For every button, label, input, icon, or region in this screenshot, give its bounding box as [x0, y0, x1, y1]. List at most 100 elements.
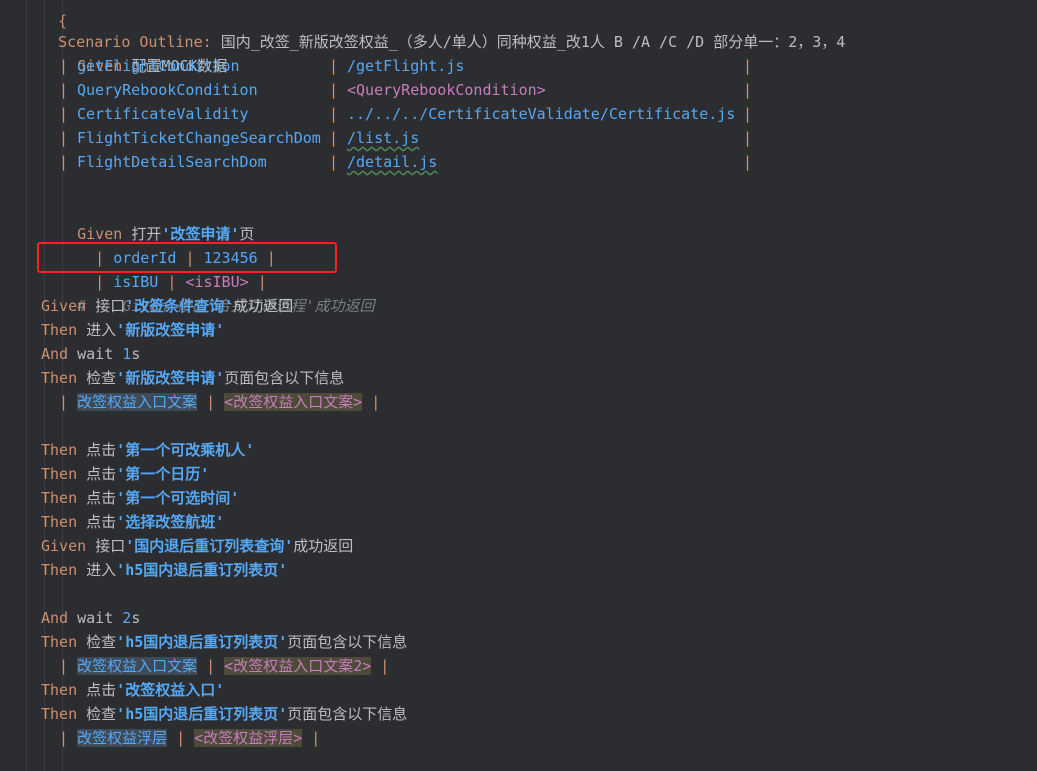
table-cell: <改签权益浮层>: [194, 729, 303, 747]
table-pipe: |: [59, 657, 69, 675]
table-pipe: |: [206, 657, 216, 675]
step-prefix: wait: [77, 345, 123, 363]
table-pipe: |: [206, 393, 216, 411]
table-pipe: |: [329, 153, 339, 171]
table-pipe: |: [743, 81, 753, 99]
step-prefix: 点击: [86, 465, 117, 483]
step-quoted: '改签权益入口': [116, 681, 225, 699]
table-pipe: |: [59, 393, 69, 411]
step-prefix: 进入: [86, 561, 117, 579]
step-line: Then 点击'第一个可改乘机人': [41, 438, 254, 462]
step-quoted: '第一个可改乘机人': [116, 441, 255, 459]
step-keyword: Then: [41, 441, 78, 459]
table-pipe: |: [59, 153, 69, 171]
step-line: Given 接口'国内退后重订列表查询'成功返回: [41, 534, 353, 558]
step-prefix: wait: [77, 609, 123, 627]
table-cell: 改签权益浮层: [77, 729, 168, 747]
step-keyword: Then: [41, 513, 78, 531]
comment-line: # Given 接口'合并订单选程'成功返回: [41, 270, 374, 315]
table-pipe: |: [329, 105, 339, 123]
step-line: And wait 1s: [41, 342, 140, 366]
step-line: Then 检查'h5国内退后重订列表页'页面包含以下信息: [41, 702, 407, 726]
step-keyword: And: [41, 609, 69, 627]
step-suffix: 成功返回: [293, 537, 354, 555]
step-keyword: Then: [41, 489, 78, 507]
mock-value: ../../../CertificateValidate/Certificate…: [347, 105, 736, 123]
step-line: Then 检查'新版改签申请'页面包含以下信息: [41, 366, 344, 390]
table-pipe: |: [59, 81, 69, 99]
step-number: 2: [122, 609, 132, 627]
step-keyword: Then: [41, 705, 78, 723]
table-pipe: |: [743, 129, 753, 147]
scenario-title: 国内_改签_新版改签权益_（多人/单人）同种权益_改1人 B /A /C /D …: [220, 33, 846, 51]
step-prefix: 接口: [95, 537, 126, 555]
step-line: Then 点击'选择改签航班': [41, 510, 224, 534]
step-quoted: '国内退后重订列表查询': [125, 537, 294, 555]
table-pipe: |: [743, 105, 753, 123]
table-cell: 改签权益入口文案: [77, 657, 198, 675]
step-prefix: 点击: [86, 681, 117, 699]
step-prefix: 进入: [86, 321, 117, 339]
code-editor[interactable]: { Scenario Outline: 国内_改签_新版改签权益_（多人/单人）…: [0, 0, 1037, 771]
step-quoted: '改签条件查询': [125, 297, 234, 315]
mock-value: <QueryRebookCondition>: [347, 81, 546, 99]
step-quoted: '第一个可选时间': [116, 489, 240, 507]
indent-guide: [26, 0, 27, 771]
step-line: Then 检查'h5国内退后重订列表页'页面包含以下信息: [41, 630, 407, 654]
step-prefix: 点击: [86, 489, 117, 507]
table-cell: <改签权益入口文案>: [224, 393, 363, 411]
mock-name: QueryRebookCondition: [77, 81, 258, 99]
step-keyword: Then: [41, 465, 78, 483]
step-suffix: 页面包含以下信息: [287, 705, 408, 723]
step-line: Given 打开'改签申请'页: [41, 198, 254, 243]
step-keyword: Then: [41, 321, 78, 339]
step-prefix: 接口: [95, 297, 126, 315]
step-prefix: 检查: [86, 369, 117, 387]
table-pipe: |: [329, 129, 339, 147]
step-line: Then 进入'h5国内退后重订列表页': [41, 558, 287, 582]
highlight-box: [37, 242, 337, 273]
step-quoted: '第一个日历': [116, 465, 210, 483]
table-pipe: |: [59, 57, 69, 75]
table-pipe: |: [59, 105, 69, 123]
table-pipe: |: [380, 657, 390, 675]
step-suffix: 页面包含以下信息: [287, 633, 408, 651]
table-row: | 改签权益入口文案 | <改签权益入口文案2> |: [59, 654, 389, 678]
step-prefix: 检查: [86, 705, 117, 723]
step-suffix: s: [131, 609, 141, 627]
step-prefix: 点击: [86, 441, 117, 459]
step-suffix: 成功返回: [233, 297, 294, 315]
table-cell: 改签权益入口文案: [77, 393, 198, 411]
step-prefix: 检查: [86, 633, 117, 651]
table-pipe: |: [59, 129, 69, 147]
step-line: Given 配置MOCK数据: [41, 30, 227, 75]
mock-name: FlightDetailSearchDom: [77, 153, 267, 171]
table-pipe: |: [176, 729, 186, 747]
table-row: | 改签权益入口文案 | <改签权益入口文案> |: [59, 390, 380, 414]
step-quoted: 'h5国内退后重订列表页': [116, 633, 288, 651]
step-number: 1: [122, 345, 132, 363]
step-line: Then 点击'第一个可选时间': [41, 486, 239, 510]
table-pipe: |: [311, 729, 321, 747]
table-pipe: |: [329, 81, 339, 99]
step-quoted: '选择改签航班': [116, 513, 225, 531]
mock-name: getFlightCondition: [77, 57, 240, 75]
table-pipe: |: [743, 153, 753, 171]
step-quoted: '新版改签申请': [116, 369, 225, 387]
table-pipe: |: [743, 57, 753, 75]
step-keyword: Then: [41, 681, 78, 699]
mock-value: /list.js: [347, 129, 420, 147]
step-keyword: Given: [41, 537, 87, 555]
step-prefix: 点击: [86, 513, 117, 531]
table-pipe: |: [329, 57, 339, 75]
step-suffix: s: [131, 345, 141, 363]
step-suffix: 页面包含以下信息: [224, 369, 345, 387]
mock-value: /getFlight.js: [347, 57, 465, 75]
step-quoted: '新版改签申请': [116, 321, 225, 339]
step-quoted: 'h5国内退后重订列表页': [116, 705, 288, 723]
step-keyword: Then: [41, 369, 78, 387]
step-line: Then 点击'改签权益入口': [41, 678, 224, 702]
table-cell: <改签权益入口文案2>: [224, 657, 372, 675]
step-line: And wait 2s: [41, 606, 140, 630]
step-quoted: 'h5国内退后重订列表页': [116, 561, 288, 579]
